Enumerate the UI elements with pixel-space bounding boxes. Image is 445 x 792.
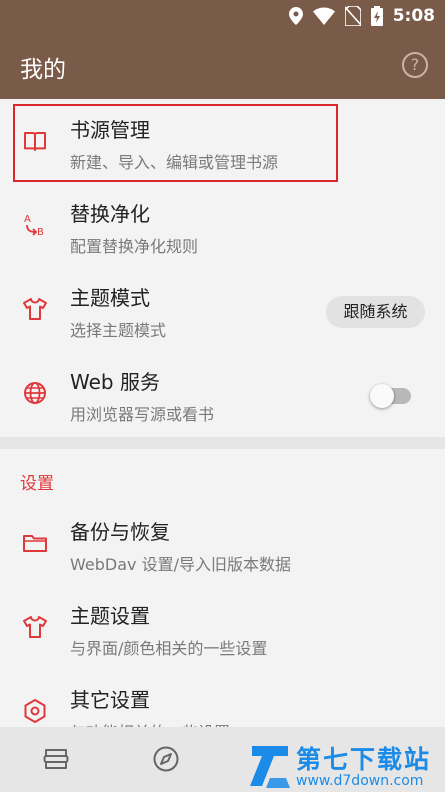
section-header-settings: 设置 bbox=[20, 474, 54, 494]
wifi-icon bbox=[312, 7, 335, 25]
battery-charging-icon bbox=[370, 6, 383, 26]
replace-ab-icon: A B bbox=[24, 214, 44, 238]
tshirt-icon bbox=[23, 616, 47, 638]
bookshelf-icon[interactable] bbox=[42, 745, 70, 773]
pref-book-source[interactable]: 书源管理 新建、导入、编辑或管理书源 bbox=[0, 99, 445, 183]
globe-icon bbox=[24, 382, 46, 404]
book-open-icon bbox=[24, 132, 46, 151]
watermark-text: 第七下载站 bbox=[296, 745, 432, 774]
page-title: 我的 bbox=[20, 57, 66, 83]
app-bar: 我的 ? bbox=[0, 33, 445, 99]
pref-other-settings[interactable]: 其它设置 与功能相关的一些设置 bbox=[0, 669, 445, 727]
svg-text:B: B bbox=[37, 227, 44, 238]
location-icon bbox=[288, 7, 303, 25]
pref-theme-settings[interactable]: 主题设置 与界面/颜色相关的一些设置 bbox=[0, 585, 445, 669]
tshirt-icon bbox=[23, 298, 47, 320]
pref-title: 书源管理 bbox=[70, 118, 150, 142]
status-icons: 5:08 bbox=[288, 4, 435, 28]
pref-title: Web 服务 bbox=[70, 370, 160, 394]
pref-summary: 新建、导入、编辑或管理书源 bbox=[70, 153, 279, 172]
watermark-url: www.d7down.com bbox=[296, 773, 424, 789]
status-time: 5:08 bbox=[392, 6, 435, 26]
web-service-switch[interactable] bbox=[370, 384, 411, 408]
settings-hexagon-icon bbox=[24, 699, 46, 723]
pref-title: 替换净化 bbox=[70, 202, 150, 226]
pref-summary: 与界面/颜色相关的一些设置 bbox=[70, 639, 268, 658]
pref-summary: 选择主题模式 bbox=[70, 321, 167, 340]
pref-summary: 用浏览器写源或看书 bbox=[70, 405, 215, 424]
preference-list: 书源管理 新建、导入、编辑或管理书源 A B 替换净化 配置替换净化规则 主题模… bbox=[0, 99, 445, 727]
help-circle-icon[interactable]: ? bbox=[402, 52, 428, 78]
pref-title: 主题模式 bbox=[70, 286, 150, 310]
pref-title: 其它设置 bbox=[70, 688, 150, 712]
pref-summary: WebDav 设置/导入旧版本数据 bbox=[70, 555, 291, 574]
pref-backup-restore[interactable]: 备份与恢复 WebDav 设置/导入旧版本数据 bbox=[0, 501, 445, 585]
switch-thumb bbox=[370, 384, 394, 408]
watermark: 第七下载站 www.d7down.com bbox=[248, 740, 445, 792]
pref-replace-rules[interactable]: A B 替换净化 配置替换净化规则 bbox=[0, 183, 445, 267]
pref-summary: 配置替换净化规则 bbox=[70, 237, 199, 256]
folder-icon bbox=[23, 535, 47, 552]
section-divider bbox=[0, 437, 445, 449]
no-sim-icon bbox=[344, 6, 361, 26]
theme-mode-select[interactable]: 跟随系统 bbox=[326, 296, 425, 328]
pref-title: 主题设置 bbox=[70, 604, 150, 628]
compass-icon[interactable] bbox=[152, 745, 180, 773]
status-bar: 5:08 bbox=[0, 0, 445, 33]
svg-text:A: A bbox=[24, 214, 31, 225]
pref-summary: 与功能相关的一些设置 bbox=[70, 719, 230, 727]
pref-title: 备份与恢复 bbox=[70, 520, 170, 544]
watermark-logo-icon bbox=[250, 746, 290, 788]
